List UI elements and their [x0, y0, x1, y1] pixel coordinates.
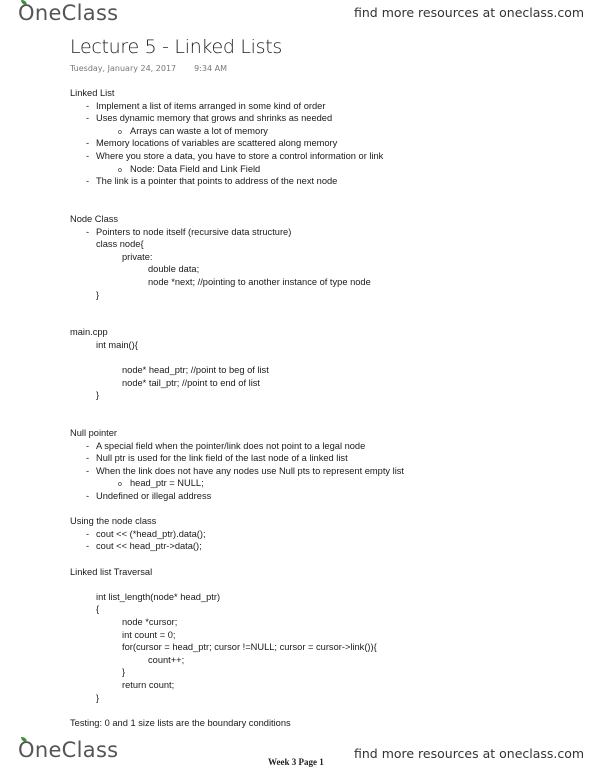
- code-line: node* head_ptr; //point to beg of list: [122, 365, 269, 376]
- code-line: node* tail_ptr; //point to end of list: [122, 377, 260, 388]
- page-label: Week 3 Page 1: [268, 757, 324, 767]
- section-heading: Null pointer: [70, 428, 118, 439]
- time: 9:34 AM: [194, 64, 228, 73]
- oneclass-logo-footer[interactable]: OneClass: [18, 737, 118, 762]
- code-line: private:: [122, 251, 153, 262]
- oneclass-logo[interactable]: OneClass: [18, 0, 118, 25]
- code-line: return count;: [122, 679, 175, 690]
- list-item: - Pointers to node itself (recursive data…: [86, 226, 292, 237]
- code-line: node *cursor;: [122, 616, 178, 627]
- code-line: double data;: [148, 264, 200, 275]
- code-line: int main(){: [96, 339, 138, 350]
- sub-list-item: o head_ptr = NULL;: [70, 477, 570, 490]
- testing-note: Testing: 0 and 1 size lists are the boun…: [70, 717, 291, 728]
- list-item: - cout << head_ptr->data();: [86, 541, 202, 552]
- code-line: }: [96, 289, 100, 300]
- note-content: Linked List - Implement a list of items a…: [70, 87, 570, 729]
- list-item: - Implement a list of items arranged in s…: [86, 100, 326, 111]
- code-line: int list_length(node* head_ptr): [96, 591, 221, 602]
- code-line: }: [96, 390, 100, 401]
- list-item: - Null ptr is used for the link field of …: [86, 453, 348, 464]
- list-item: - When the link does not have any nodes u…: [86, 465, 405, 476]
- code-line: class node{: [96, 239, 144, 250]
- date-time: Tuesday, January 24, 2017 9:34 AM: [70, 64, 227, 73]
- section-heading: Node Class: [70, 213, 119, 224]
- section-heading: Linked List: [70, 88, 115, 98]
- code-line: }: [122, 667, 126, 678]
- code-line: count++;: [148, 654, 185, 665]
- find-more-link[interactable]: find more resources at oneclass.com: [354, 5, 584, 20]
- logo-o-with-leaf-icon: O: [18, 0, 35, 25]
- list-item: - Uses dynamic memory that grows and shri…: [86, 113, 333, 124]
- code-line: }: [96, 692, 100, 703]
- list-item: - Undefined or illegal address: [86, 491, 212, 501]
- page-title: Lecture 5 - Linked Lists: [70, 36, 282, 58]
- list-item: - Memory locations of variables are scatt…: [86, 138, 338, 149]
- section-heading: Linked list Traversal: [70, 566, 153, 577]
- list-item: -A special field when the pointer/link d…: [86, 440, 366, 451]
- list-item: - Where you store a data, you have to sto…: [86, 150, 384, 161]
- list-item: - cout << (*head_ptr).data();: [86, 528, 206, 539]
- section-heading: main.cpp: [70, 327, 108, 338]
- date: Tuesday, January 24, 2017: [70, 64, 177, 73]
- list-item: - The link is a pointer that points to ad…: [86, 176, 338, 187]
- sub-list-item: o Arrays can waste a lot of memory: [70, 125, 570, 138]
- code-line: for(cursor = head_ptr; cursor !=NULL; cu…: [122, 642, 377, 653]
- code-line: node *next; //pointing to another instan…: [148, 276, 371, 287]
- logo-o-with-leaf-icon: O: [18, 737, 35, 762]
- code-line: {: [96, 604, 100, 615]
- sub-list-item: o Node: Data Field and Link Field: [70, 163, 570, 176]
- code-line: int count = 0;: [122, 629, 176, 640]
- section-heading: Using the node class: [70, 516, 157, 527]
- find-more-link-footer[interactable]: find more resources at oneclass.com: [354, 746, 584, 761]
